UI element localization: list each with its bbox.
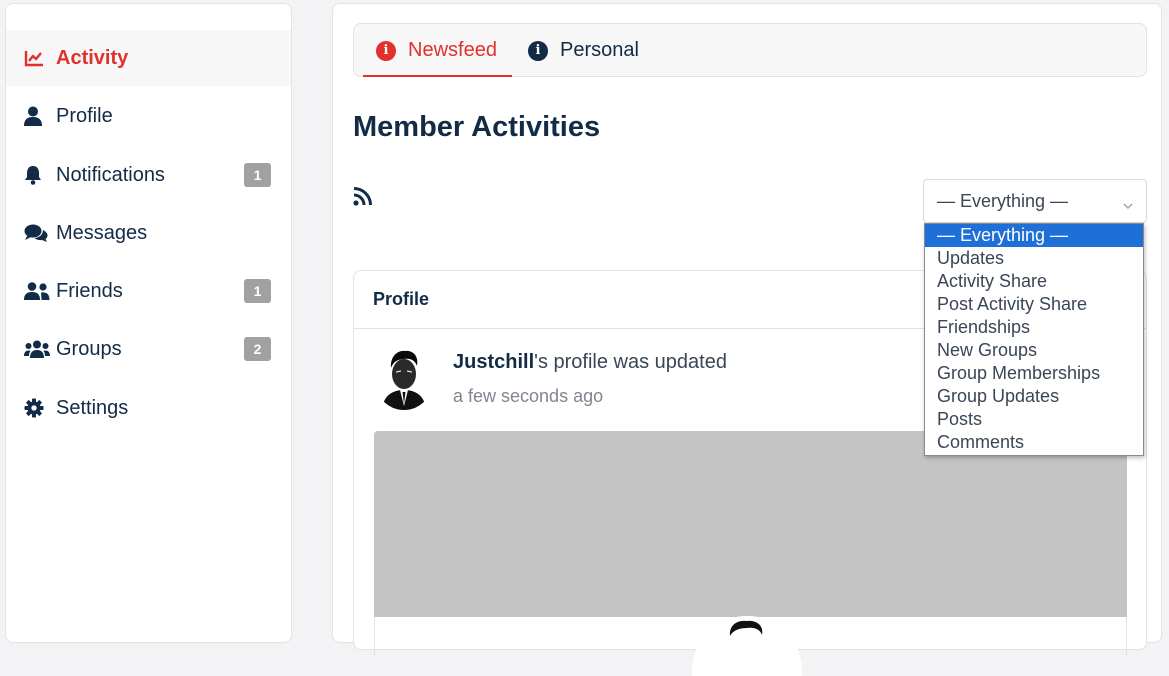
- activity-timestamp[interactable]: a few seconds ago: [453, 386, 603, 407]
- info-circle-icon: i: [376, 40, 396, 61]
- tab-personal[interactable]: i Personal: [528, 24, 639, 77]
- sidebar-item-label: Groups: [56, 337, 122, 360]
- friends-count-badge: 1: [244, 279, 271, 303]
- rss-feed-icon[interactable]: [353, 186, 373, 211]
- sidebar-item-activity[interactable]: Activity: [6, 30, 291, 86]
- sidebar-item-profile[interactable]: Profile: [6, 88, 291, 144]
- sidebar-item-label: Messages: [56, 221, 148, 244]
- chevron-down-icon: [1122, 195, 1134, 216]
- activity-user-link[interactable]: Justchill: [453, 351, 534, 373]
- sidebar-item-notifications[interactable]: Notifications 1: [6, 147, 291, 203]
- filter-option-group-memberships[interactable]: Group Memberships: [925, 362, 1143, 385]
- filter-option-posts[interactable]: Posts: [925, 408, 1143, 431]
- user-icon: [24, 105, 50, 127]
- groups-count-badge: 2: [244, 337, 271, 361]
- sidebar-item-label: Friends: [56, 279, 123, 302]
- tab-label: Personal: [560, 39, 639, 61]
- sidebar-item-label: Profile: [56, 104, 113, 127]
- sidebar-item-label: Notifications: [56, 163, 165, 186]
- filter-option-post-activity-share[interactable]: Post Activity Share: [925, 293, 1143, 316]
- tab-label: Newsfeed: [408, 39, 497, 61]
- sidebar-item-label: Activity: [56, 46, 129, 69]
- filter-option-everything[interactable]: — Everything —: [925, 224, 1143, 247]
- sidebar-item-messages[interactable]: Messages: [6, 205, 291, 261]
- filter-option-activity-share[interactable]: Activity Share: [925, 270, 1143, 293]
- filter-selected-value: — Everything —: [937, 190, 1069, 211]
- active-tab-indicator: [363, 75, 512, 77]
- activity-action-text: 's profile was updated: [534, 351, 727, 373]
- sidebar-item-groups[interactable]: Groups 2: [6, 321, 291, 377]
- filter-options-list: — Everything — Updates Activity Share Po…: [924, 223, 1144, 456]
- chart-line-icon: [24, 47, 50, 69]
- cover-image: [374, 431, 1127, 617]
- filter-option-updates[interactable]: Updates: [925, 247, 1143, 270]
- activity-description: Justchill's profile was updated: [453, 351, 727, 374]
- users-icon: [24, 338, 50, 360]
- bell-icon: [24, 164, 50, 186]
- sidebar-nav: Activity Profile Notifications 1 Message…: [5, 3, 292, 643]
- filter-option-new-groups[interactable]: New Groups: [925, 339, 1143, 362]
- tab-newsfeed[interactable]: i Newsfeed: [376, 24, 497, 77]
- gear-icon: [24, 397, 50, 419]
- filter-option-friendships[interactable]: Friendships: [925, 316, 1143, 339]
- filter-option-group-updates[interactable]: Group Updates: [925, 385, 1143, 408]
- sidebar-item-settings[interactable]: Settings: [6, 380, 291, 436]
- avatar[interactable]: [374, 346, 434, 410]
- notification-count-badge: 1: [244, 163, 271, 187]
- activity-filter-select[interactable]: — Everything —: [923, 179, 1147, 223]
- sidebar-item-label: Settings: [56, 396, 129, 419]
- user-friends-icon: [24, 280, 50, 302]
- filter-option-comments[interactable]: Comments: [925, 431, 1143, 454]
- info-circle-icon: i: [528, 40, 548, 61]
- activity-tabs: i Newsfeed i Personal: [353, 23, 1147, 77]
- sidebar-item-friends[interactable]: Friends 1: [6, 263, 291, 319]
- comments-icon: [24, 222, 50, 244]
- page-title: Member Activities: [353, 111, 601, 143]
